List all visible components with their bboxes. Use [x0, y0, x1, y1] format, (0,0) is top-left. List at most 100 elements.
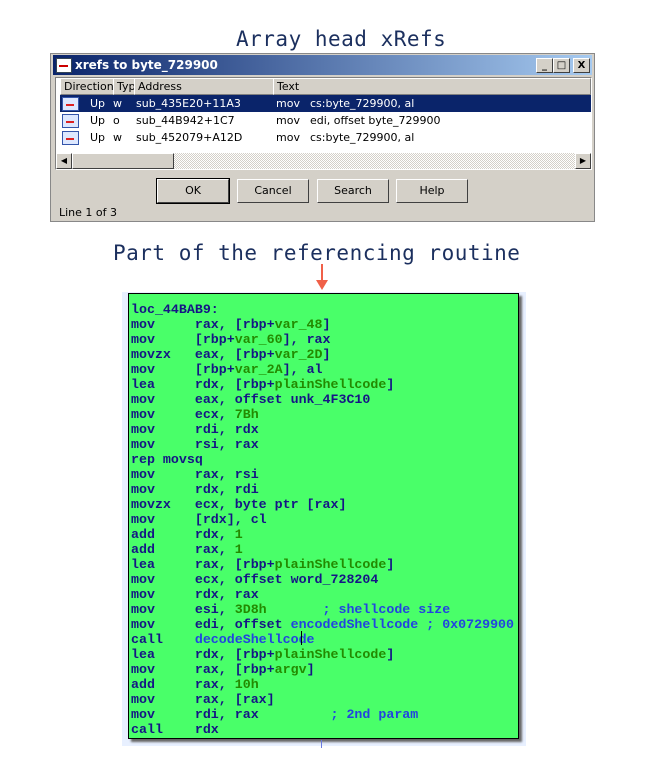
- code-token: mov eax, offset unk_4F3C10: [131, 392, 371, 407]
- column-header-direction[interactable]: Direction: [60, 78, 114, 95]
- minimize-button[interactable]: _: [536, 58, 553, 73]
- code-token: mov ecx,: [131, 407, 235, 422]
- heading-referencing-routine: Part of the referencing routine: [113, 241, 521, 265]
- code-line: add rax, 10h: [131, 677, 259, 692]
- code-line: mov rdi, rdx: [131, 422, 259, 437]
- xref-operands: cs:byte_729900, al: [310, 97, 415, 110]
- code-token: rep movsq: [131, 452, 203, 467]
- code-line: mov [rbp+var_60], rax: [131, 332, 331, 347]
- code-line: mov esi, 3D8h ; shellcode size: [131, 602, 450, 617]
- code-line: add rax, 1: [131, 542, 243, 557]
- dialog-title: xrefs to byte_729900: [75, 58, 218, 72]
- status-line: Line 1 of 3: [59, 206, 118, 219]
- dialog-titlebar[interactable]: xrefs to byte_729900 _ □ X: [53, 55, 592, 75]
- code-line: loc_44BAB9:: [131, 302, 219, 317]
- code-token: var_60: [234, 332, 283, 347]
- code-token: mov rax, [rax]: [131, 692, 275, 707]
- column-header-type[interactable]: Typ: [113, 78, 135, 95]
- code-token: 10h: [234, 677, 259, 692]
- code-token: ]: [386, 377, 395, 392]
- code-token: 1: [234, 527, 243, 542]
- code-line: add rdx, 1: [131, 527, 243, 542]
- column-header-address[interactable]: Address: [134, 78, 274, 95]
- code-line: mov rsi, rax: [131, 437, 259, 452]
- code-token: movzx eax, [rbp+: [131, 347, 275, 362]
- close-button[interactable]: X: [573, 58, 590, 73]
- code-line: rep movsq: [131, 452, 203, 467]
- code-token: 3D8h: [234, 602, 267, 617]
- code-line: mov rax, [rbp+var_48]: [131, 317, 331, 332]
- scroll-left-button[interactable]: ◀: [56, 153, 72, 169]
- code-token: 1: [234, 542, 243, 557]
- scroll-thumb[interactable]: [72, 153, 174, 169]
- code-line: mov rdi, rax ; 2nd param: [131, 707, 418, 722]
- xref-row[interactable]: Up o sub_44B942+1C7 mov edi, offset byte_729…: [60, 112, 591, 129]
- help-button[interactable]: Help: [396, 179, 468, 203]
- code-token: lea rdx, [rbp+: [131, 647, 275, 662]
- code-token: mov esi,: [131, 602, 235, 617]
- xref-type: w: [113, 97, 122, 110]
- xref-operands: cs:byte_729900, al: [310, 131, 415, 144]
- heading-array-head-xrefs: Array head xRefs: [236, 27, 447, 51]
- code-token: mov rdx, rdi: [131, 482, 259, 497]
- code-token: plainShellcode: [274, 647, 387, 662]
- xref-icon: [62, 131, 79, 145]
- code-line: call rdx: [131, 722, 219, 737]
- ok-button[interactable]: OK: [156, 178, 230, 204]
- code-token: ], rax: [282, 332, 331, 347]
- code-line: mov rax, rsi: [131, 467, 259, 482]
- text-caret: [301, 631, 302, 645]
- code-line: mov rdx, rdi: [131, 482, 259, 497]
- xref-mnemonic: mov: [276, 114, 300, 127]
- code-line: mov [rbp+var_2A], al: [131, 362, 323, 377]
- code-token: encodedShellcode ; 0x0729900: [290, 617, 515, 632]
- code-token: mov rdi, rax: [131, 707, 259, 722]
- code-token: mov edi, offset: [131, 617, 291, 632]
- code-token: ]: [306, 662, 315, 677]
- xref-direction: Up: [90, 97, 106, 110]
- code-token: 7Bh: [234, 407, 259, 422]
- cancel-button[interactable]: Cancel: [237, 179, 309, 203]
- code-token: ], al: [282, 362, 323, 377]
- scroll-right-button[interactable]: ▶: [575, 153, 591, 169]
- code-token: ]: [322, 347, 331, 362]
- code-line: lea rdx, [rbp+plainShellcode]: [131, 377, 394, 392]
- xref-operands: edi, offset byte_729900: [310, 114, 441, 127]
- xref-direction: Up: [90, 114, 106, 127]
- code-token: mov rax, rsi: [131, 467, 259, 482]
- xref-mnemonic: mov: [276, 97, 300, 110]
- code-token: ; 2nd param: [258, 707, 419, 722]
- code-token: argv: [274, 662, 307, 677]
- code-line: movzx eax, [rbp+var_2D]: [131, 347, 331, 362]
- graph-edge: [321, 740, 322, 748]
- code-token: var_2A: [234, 362, 283, 377]
- code-token: ]: [386, 647, 395, 662]
- xref-address: sub_44B942+1C7: [136, 114, 235, 127]
- code-token: plainShellcode: [274, 377, 387, 392]
- code-line: mov eax, offset unk_4F3C10: [131, 392, 370, 407]
- xrefs-icon: [56, 58, 72, 73]
- xrefs-dialog: xrefs to byte_729900 _ □ X Direction Typ…: [50, 53, 595, 222]
- code-token: mov [rbp+: [131, 332, 235, 347]
- code-token: add rdx,: [131, 527, 235, 542]
- code-token: ; shellcode size: [266, 602, 451, 617]
- column-header-text[interactable]: Text: [273, 78, 591, 95]
- code-line: lea rax, [rbp+plainShellcode]: [131, 557, 394, 572]
- code-token: ]: [322, 317, 331, 332]
- code-token: call: [131, 632, 195, 647]
- xref-row[interactable]: Up w sub_452079+A12D mov cs:byte_729900, al: [60, 129, 591, 146]
- xref-row[interactable]: Up w sub_435E20+11A3 mov cs:byte_729900, al: [60, 95, 591, 112]
- xref-direction: Up: [90, 131, 106, 144]
- maximize-button[interactable]: □: [553, 58, 570, 73]
- code-token: mov rax, [rbp+: [131, 317, 275, 332]
- search-button[interactable]: Search: [317, 179, 389, 203]
- code-token: lea rax, [rbp+: [131, 557, 275, 572]
- xref-type: o: [113, 114, 120, 127]
- code-token: loc_44BAB9:: [131, 302, 219, 317]
- code-token: add rax,: [131, 677, 235, 692]
- xref-icon: [62, 114, 79, 128]
- xref-icon: [62, 97, 79, 111]
- xref-mnemonic: mov: [276, 131, 300, 144]
- code-line: mov rax, [rbp+argv]: [131, 662, 315, 677]
- horizontal-scrollbar[interactable]: ◀ ▶: [56, 153, 591, 169]
